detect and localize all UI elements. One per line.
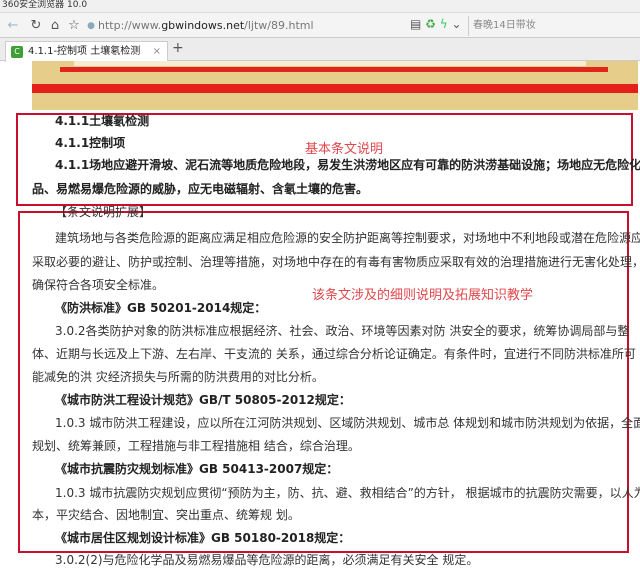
browser-toolbar: ← ↻ ⌂ ☆ ● http://www.gbwindows.net/ljtw/… <box>0 12 640 38</box>
page-banner <box>32 61 638 110</box>
star-icon[interactable]: ☆ <box>65 17 83 35</box>
text-line: 1.0.3 城市防洪工程建设，应以所在江河防洪规划、区域防洪规划、城市总 体规划… <box>55 416 640 430</box>
window-title: 360安全浏览器 10.0 <box>0 0 640 12</box>
refresh-icon[interactable]: ↻ <box>27 17 45 35</box>
banner-red-line <box>60 67 608 72</box>
annotation-extended: 该条文涉及的细则说明及拓展知识教学 <box>312 288 534 303</box>
text-line: 能减免的洪 灾经济损失与所需的防洪费用的对比分析。 <box>32 370 324 384</box>
text-line: 3.0.2各类防护对象的防洪标准应根据经济、社会、政治、环境等因素对防 洪安全的… <box>55 324 630 338</box>
text-line: 4.1.1场地应避开滑坡、泥石流等地质危险地段，易发生洪涝地区应有可靠的防洪涝基… <box>55 158 640 172</box>
text-line: 4.1.1控制项 <box>55 136 126 150</box>
back-icon[interactable]: ← <box>4 17 22 35</box>
text-line: 确保符合各项安全标准。 <box>32 278 165 292</box>
text-line: 【条文说明扩展】 <box>55 205 152 219</box>
text-line: 本，平灾结合、因地制宜、突出重点、统筹规 划。 <box>32 508 300 522</box>
text-line: 《城市居住区规划设计标准》GB 50180-2018规定： <box>55 531 351 545</box>
text-line: 1.0.3 城市抗震防灾规划应贯彻“预防为主，防、抗、避、救相结合”的方针， 根… <box>55 486 640 500</box>
text-line: 4.1.1土壤氡检测 <box>55 114 150 128</box>
chevron-down-icon[interactable]: ⌄ <box>452 17 462 31</box>
text-line: 《城市抗震防灾规划标准》GB 50413-2007规定： <box>55 462 339 476</box>
toolbar-icons: ▤ ♻ ϟ ⌄ <box>410 17 462 31</box>
url-path: /ljtw/89.html <box>244 19 314 32</box>
reader-icon[interactable]: ▤ <box>410 17 421 31</box>
text-line: 《城市防洪工程设计规范》GB/T 50805-2012规定： <box>55 393 351 407</box>
banner-red-bar <box>32 84 638 93</box>
tab-title: 4.1.1-控制项 土壤氡检测 <box>28 46 141 57</box>
search-input[interactable]: 春晚14日带妆 <box>468 16 640 36</box>
home-icon[interactable]: ⌂ <box>46 17 64 35</box>
text-line: 品、易燃易爆危险源的威胁，应无电磁辐射、含氡土壤的危害。 <box>32 182 369 196</box>
url-domain: gbwindows.net <box>161 19 245 32</box>
text-line: 体、近期与长远及上下游、左右岸、干支流的 关系，通过综合分析论证确定。有条件时，… <box>32 347 636 361</box>
tab-active[interactable]: C 4.1.1-控制项 土壤氡检测 × <box>5 41 168 62</box>
text-line: 规划、统筹兼顾，工程措施与非工程措施相 结合，综合治理。 <box>32 439 360 453</box>
text-line: 采取必要的避让、防护或控制、治理等措施，对场地中存在的有毒有害物质应采取有效的治… <box>32 255 640 269</box>
lightning-icon[interactable]: ϟ <box>440 17 448 31</box>
text-line: 建筑场地与各类危险源的距离应满足相应危险源的安全防护距离等控制要求，对场地中不利… <box>55 231 640 245</box>
new-tab-button[interactable]: + <box>172 40 184 56</box>
text-line: 《防洪标准》GB 50201-2014规定： <box>55 301 267 315</box>
tab-bar: C 4.1.1-控制项 土壤氡检测 × + <box>0 38 640 62</box>
address-bar[interactable]: http://www.gbwindows.net/ljtw/89.html <box>98 16 406 36</box>
text-line: 3.0.2(2)与危险化学品及易燃易爆品等危险源的距离，必须满足有关安全 规定。 <box>55 553 479 567</box>
close-tab-icon[interactable]: × <box>153 42 161 62</box>
annotation-basic: 基本条文说明 <box>305 142 384 157</box>
recycle-icon[interactable]: ♻ <box>425 17 436 31</box>
favicon-icon: C <box>11 46 23 58</box>
url-prefix: http://www. <box>98 19 162 32</box>
banner-strip <box>74 61 586 66</box>
